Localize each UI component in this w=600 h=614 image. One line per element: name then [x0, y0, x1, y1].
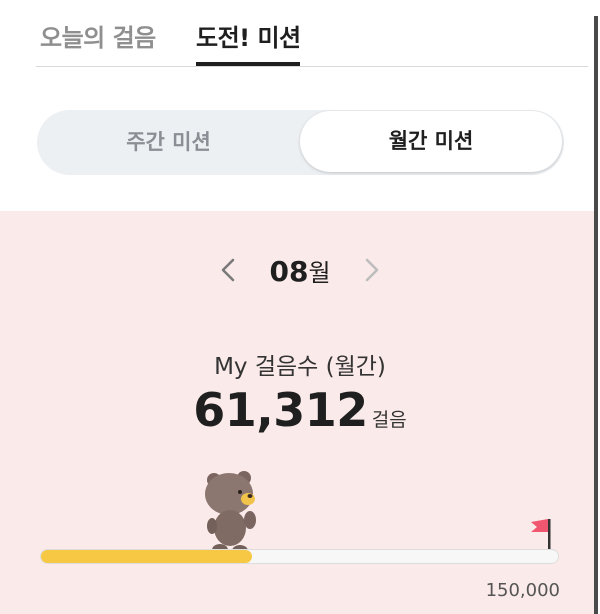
steps-total: 61,312 걸음 [0, 383, 600, 437]
mission-period-toggle: 주간 미션 월간 미션 [37, 110, 564, 175]
scrollbar[interactable] [594, 16, 598, 614]
tab-bar: 오늘의 걸음 도전! 미션 [0, 0, 600, 66]
chevron-right-icon[interactable] [362, 255, 382, 285]
tab-divider [36, 66, 588, 67]
goal-steps-label: 150,000 [485, 580, 560, 601]
tab-challenge-mission[interactable]: 도전! 미션 [196, 18, 301, 66]
steps-value: 61,312 [193, 383, 368, 437]
weekly-mission-button[interactable]: 주간 미션 [37, 110, 300, 175]
steps-unit: 걸음 [371, 409, 407, 431]
current-month: 08월 [250, 253, 350, 288]
chevron-left-icon[interactable] [218, 255, 238, 285]
monthly-mission-panel: 08월 My 걸음수 (월간) 61,312 걸음 150,000 [0, 211, 594, 614]
month-navigator: 08월 [0, 251, 594, 291]
steps-caption: My 걸음수 (월간) [214, 354, 386, 380]
month-number: 08 [269, 255, 309, 288]
month-unit: 월 [308, 259, 331, 287]
steps-progress-fill [41, 550, 253, 563]
monthly-mission-button[interactable]: 월간 미션 [300, 111, 562, 172]
flag-icon [531, 519, 553, 552]
steps-progress-bar [40, 549, 559, 564]
bear-character [205, 471, 256, 557]
tab-today-steps[interactable]: 오늘의 걸음 [40, 18, 156, 66]
